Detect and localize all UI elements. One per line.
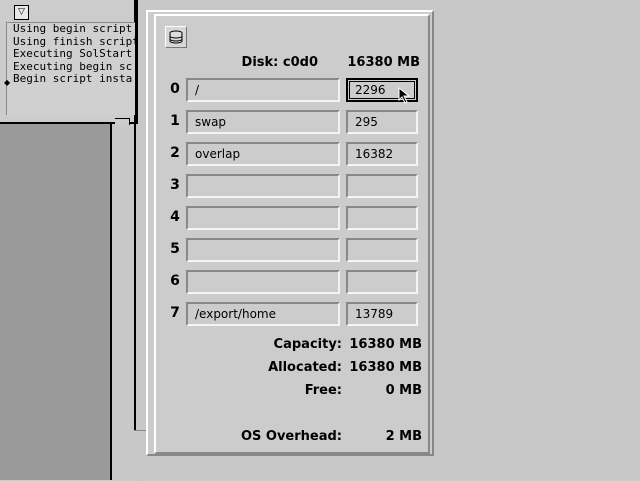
window-edge-strip [112, 124, 136, 480]
slice-3-mount-field[interactable] [186, 174, 340, 198]
console-log[interactable]: Using begin script Using finish script E… [6, 22, 135, 115]
slice-7-size-field[interactable]: 13789 [346, 302, 418, 326]
slice-number: 2 [170, 145, 180, 161]
window-menu-button[interactable]: ▽ [14, 5, 29, 20]
slice-7-mount-field[interactable]: /export/home [186, 302, 340, 326]
os-overhead-value: 2 MB [385, 429, 422, 444]
slice-6-size-field[interactable] [346, 270, 418, 294]
disk-title: Disk: c0d0 [241, 55, 318, 70]
capacity-value: 16380 MB [349, 337, 422, 352]
slice-1-mount-field[interactable]: swap [186, 110, 340, 134]
slice-2-size-field[interactable]: 16382 [346, 142, 418, 166]
log-line: Executing SolStart [13, 47, 133, 60]
slice-3-size-field[interactable] [346, 174, 418, 198]
capacity-label: Capacity: [273, 337, 342, 352]
slice-5-mount-field[interactable] [186, 238, 340, 262]
disk-size: 16380 MB [347, 55, 420, 70]
free-value: 0 MB [385, 383, 422, 398]
allocated-value: 16380 MB [349, 360, 422, 375]
panel-bottom-edge [134, 430, 146, 481]
slice-4-mount-field[interactable] [186, 206, 340, 230]
allocated-label: Allocated: [268, 360, 342, 375]
caret-icon: ◆ [4, 78, 11, 87]
resize-corner[interactable] [115, 118, 130, 125]
slice-number: 1 [170, 113, 180, 129]
slice-number: 7 [170, 305, 180, 321]
slice-number: 0 [170, 81, 180, 97]
log-line: Begin script insta [13, 72, 133, 85]
mouse-pointer-icon [398, 86, 411, 104]
slice-0-mount-field[interactable]: / [186, 78, 340, 102]
free-label: Free: [304, 383, 342, 398]
slice-number: 6 [170, 273, 180, 289]
slice-number: 4 [170, 209, 180, 225]
log-line: Using begin script [13, 22, 133, 35]
slice-number: 3 [170, 177, 180, 193]
slice-6-mount-field[interactable] [186, 270, 340, 294]
slice-2-mount-field[interactable]: overlap [186, 142, 340, 166]
os-overhead-label: OS Overhead: [240, 429, 342, 444]
slice-number: 5 [170, 241, 180, 257]
slice-4-size-field[interactable] [346, 206, 418, 230]
console-window[interactable]: ▽ Using begin script Using finish script… [0, 0, 136, 125]
slice-1-size-field[interactable]: 295 [346, 110, 418, 134]
desktop-dark-strip [0, 124, 112, 480]
slice-5-size-field[interactable] [346, 238, 418, 262]
disk-stack-icon[interactable] [165, 26, 187, 48]
